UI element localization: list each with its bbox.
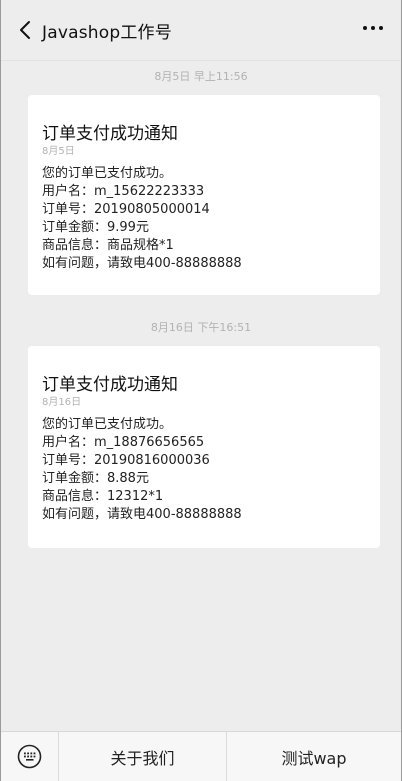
- card-line: 如有问题，请致电400-88888888: [42, 256, 242, 271]
- card-line: 商品信息：12312*1: [42, 489, 164, 504]
- more-button[interactable]: [361, 18, 385, 38]
- message-timestamp: 8月16日 下午16:51: [150, 321, 252, 334]
- card-line: 您的订单已支付成功。: [42, 417, 173, 432]
- card-title: 订单支付成功通知: [42, 124, 178, 144]
- card-body: 您的订单已支付成功。 用户名：m_18876656565 订单号：2019081…: [42, 416, 242, 524]
- keyboard-toggle-button[interactable]: [1, 732, 59, 781]
- card-line: 订单金额：9.99元: [42, 220, 149, 235]
- page-title: Javashop工作号: [42, 23, 172, 43]
- card-title: 订单支付成功通知: [42, 375, 178, 395]
- card-date: 8月16日: [42, 397, 82, 408]
- card-line: 订单号：20190805000014: [42, 202, 210, 217]
- card-line: 用户名：m_18876656565: [42, 435, 205, 450]
- notification-card[interactable]: 订单支付成功通知 8月5日 您的订单已支付成功。 用户名：m_156222233…: [28, 95, 380, 295]
- bottom-menu-bar: 关于我们 测试wap: [1, 731, 401, 781]
- message-timestamp: 8月5日 早上11:56: [154, 70, 248, 83]
- message-list[interactable]: 8月5日 早上11:56 订单支付成功通知 8月5日 您的订单已支付成功。 用户…: [1, 61, 401, 731]
- card-line: 订单号：20190816000036: [42, 453, 210, 468]
- notification-card[interactable]: 订单支付成功通知 8月16日 您的订单已支付成功。 用户名：m_18876656…: [28, 346, 380, 548]
- card-line: 用户名：m_15622223333: [42, 184, 205, 199]
- chat-header: Javashop工作号: [1, 0, 401, 61]
- back-button[interactable]: [13, 17, 39, 43]
- menu-test-wap[interactable]: 测试wap: [227, 732, 401, 781]
- card-line: 您的订单已支付成功。: [42, 166, 173, 181]
- card-body: 您的订单已支付成功。 用户名：m_15622223333 订单号：2019080…: [42, 165, 242, 273]
- card-line: 商品信息：商品规格*1: [42, 238, 174, 253]
- card-line: 订单金额：8.88元: [42, 471, 149, 486]
- keyboard-icon: [17, 744, 42, 769]
- chevron-left-icon: [20, 21, 30, 39]
- card-date: 8月5日: [42, 146, 75, 157]
- menu-about-us[interactable]: 关于我们: [59, 732, 227, 781]
- more-dots-icon: [363, 26, 383, 30]
- card-line: 如有问题，请致电400-88888888: [42, 507, 242, 522]
- chat-window: Javashop工作号 8月5日 早上11:56 订单支付成功通知 8月5日 您…: [0, 0, 402, 781]
